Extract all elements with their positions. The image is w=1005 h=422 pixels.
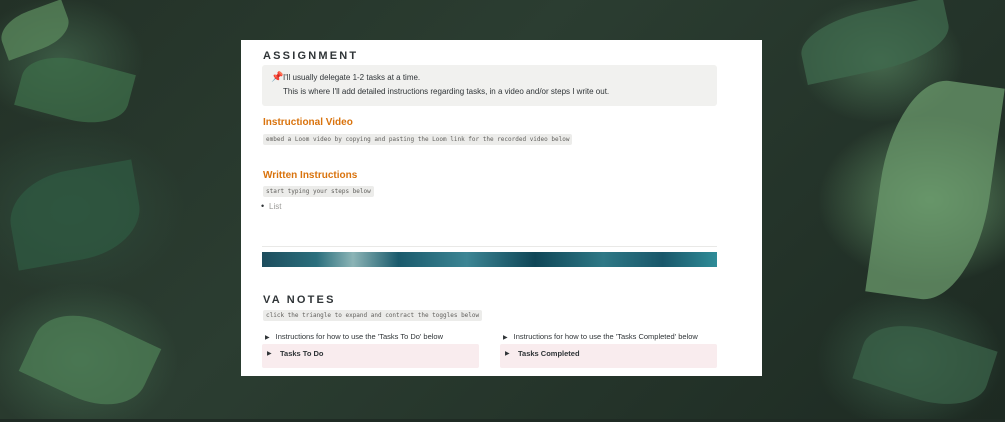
toggle-tasks-completed-label: Tasks Completed <box>518 349 580 358</box>
triangle-right-icon[interactable]: ▶ <box>503 335 508 341</box>
leaf-decoration <box>865 73 1005 307</box>
written-code-note: start typing your steps below <box>263 186 374 197</box>
leaf-decoration <box>795 0 955 85</box>
assignment-heading: ASSIGNMENT <box>263 50 359 62</box>
triangle-right-icon[interactable]: ▶ <box>265 335 270 341</box>
triangle-right-icon[interactable]: ▶ <box>505 350 510 357</box>
callout-line-1: I'll usually delegate 1-2 tasks at a tim… <box>283 73 421 82</box>
pushpin-icon: 📌 <box>271 72 284 83</box>
toggle-instructions-tasks-completed[interactable]: ▶ Instructions for how to use the 'Tasks … <box>503 332 698 341</box>
divider <box>262 246 717 247</box>
assignment-callout: 📌 I'll usually delegate 1-2 tasks at a t… <box>262 65 717 106</box>
toggle-instructions-label: Instructions for how to use the 'Tasks C… <box>513 332 698 341</box>
leaf-decoration <box>3 159 147 271</box>
toggle-tasks-to-do-label: Tasks To Do <box>280 349 324 358</box>
leaf-decoration <box>18 298 162 422</box>
leaf-decoration <box>852 311 998 419</box>
notion-page-card: ASSIGNMENT 📌 I'll usually delegate 1-2 t… <box>241 40 762 376</box>
ocean-banner-image <box>262 252 717 267</box>
va-notes-code-note: click the triangle to expand and contrac… <box>263 310 483 321</box>
toggle-tasks-completed[interactable]: ▶ Tasks Completed <box>500 344 717 368</box>
va-notes-heading: VA NOTES <box>263 294 336 306</box>
toggle-instructions-label: Instructions for how to use the 'Tasks T… <box>275 332 444 341</box>
leaf-decoration <box>14 46 136 134</box>
callout-line-2: This is where I'll add detailed instruct… <box>283 87 610 96</box>
written-instructions-heading: Written Instructions <box>263 170 358 181</box>
toggle-tasks-to-do[interactable]: ▶ Tasks To Do <box>262 344 479 368</box>
instructional-video-heading: Instructional Video <box>263 117 353 128</box>
leaf-decoration <box>0 0 75 61</box>
triangle-right-icon[interactable]: ▶ <box>267 350 272 357</box>
list-item-placeholder[interactable]: List <box>261 201 282 211</box>
toggle-instructions-tasks-to-do[interactable]: ▶ Instructions for how to use the 'Tasks … <box>265 332 443 341</box>
video-code-note: embed a Loom video by copying and pastin… <box>263 134 573 145</box>
